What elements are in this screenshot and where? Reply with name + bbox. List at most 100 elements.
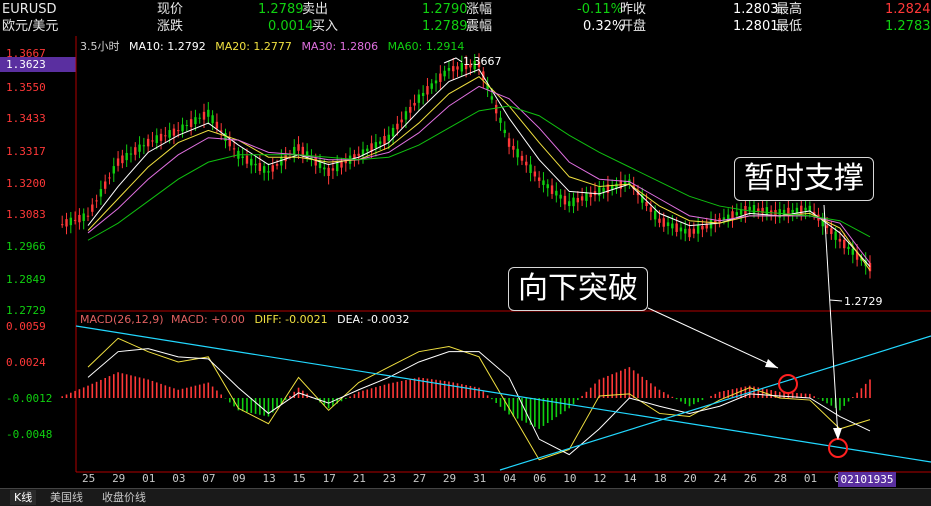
candle-body bbox=[293, 146, 296, 155]
candle-body bbox=[804, 207, 807, 211]
chart-type-tabs: K线 美国线 收盘价线 bbox=[0, 488, 931, 506]
candle-body bbox=[696, 225, 700, 234]
candle-body bbox=[146, 138, 150, 147]
date-tick: 25 bbox=[82, 472, 96, 485]
candle-body bbox=[396, 123, 399, 130]
candle-body bbox=[679, 227, 683, 232]
candle-body bbox=[103, 181, 107, 189]
candle-body bbox=[585, 192, 588, 201]
candle-body bbox=[494, 104, 498, 114]
candle-body bbox=[164, 135, 167, 137]
candle-body bbox=[262, 166, 266, 173]
date-tick: 29 bbox=[442, 472, 457, 485]
candle-body bbox=[151, 140, 154, 142]
candle-body bbox=[843, 239, 846, 249]
candle-body bbox=[314, 157, 317, 166]
breakdown-callout: 向下突破 bbox=[508, 267, 648, 311]
candle-body bbox=[207, 109, 210, 117]
date-tick: 03 bbox=[172, 472, 186, 485]
low-label: 1.2729 bbox=[844, 295, 883, 308]
candle-body bbox=[357, 153, 360, 156]
date-tick: 01 bbox=[142, 472, 156, 485]
candle-body bbox=[112, 166, 115, 174]
candle-body bbox=[520, 155, 524, 161]
candle-body bbox=[323, 167, 326, 170]
candle-body bbox=[267, 171, 270, 173]
candle-body bbox=[537, 177, 541, 181]
candle-body bbox=[752, 205, 756, 214]
period-label: 3.5小时 bbox=[80, 40, 120, 53]
date-tick: 14 bbox=[623, 472, 637, 485]
candle-body bbox=[275, 164, 279, 166]
candle-body bbox=[284, 154, 287, 162]
date-tick: 21 bbox=[352, 472, 366, 485]
macd-title: MACD(26,12,9) bbox=[80, 313, 164, 326]
tab-us-line[interactable]: 美国线 bbox=[46, 490, 87, 505]
candle-body bbox=[439, 73, 442, 82]
candle-body bbox=[529, 164, 532, 174]
date-tick: 24 bbox=[713, 472, 727, 485]
candle-body bbox=[331, 168, 335, 171]
candle-body bbox=[507, 138, 511, 147]
candle-body bbox=[108, 177, 111, 179]
candle-body bbox=[336, 162, 339, 172]
ma10-legend: MA10: 1.2792 bbox=[129, 40, 206, 53]
date-tick: 26 bbox=[743, 472, 757, 485]
support-arrowhead bbox=[833, 428, 842, 440]
candle-body bbox=[280, 157, 283, 166]
candle-body bbox=[598, 187, 601, 196]
date-tick: 07 bbox=[202, 472, 216, 485]
candle-body bbox=[185, 125, 189, 127]
candle-body bbox=[413, 102, 416, 106]
candle-body bbox=[134, 147, 137, 155]
date-tick: 23 bbox=[382, 472, 397, 485]
date-tick: 17 bbox=[322, 472, 336, 485]
candle-body bbox=[95, 200, 98, 202]
candle-body bbox=[447, 67, 451, 71]
candle-body bbox=[516, 148, 519, 158]
candle-body bbox=[834, 231, 837, 240]
candle-body bbox=[576, 197, 580, 203]
candle-body bbox=[69, 217, 73, 226]
tab-close-line[interactable]: 收盘价线 bbox=[98, 490, 150, 505]
tab-kline[interactable]: K线 bbox=[10, 490, 37, 505]
candle-body bbox=[224, 133, 227, 141]
main-legend: 3.5小时 MA10: 1.2792 MA20: 1.2777 MA30: 1.… bbox=[80, 38, 464, 54]
date-tick: 15 bbox=[292, 472, 306, 485]
candle-body bbox=[550, 185, 554, 194]
candle-body bbox=[400, 119, 403, 123]
price-chart[interactable] bbox=[0, 0, 931, 505]
low-marker bbox=[829, 299, 843, 302]
date-tick: 20 bbox=[683, 472, 697, 485]
candle-body bbox=[602, 187, 605, 193]
candle-body bbox=[443, 70, 446, 77]
date-tick: 28 bbox=[773, 472, 788, 485]
candle-body bbox=[572, 197, 575, 207]
dea-line bbox=[87, 348, 871, 456]
candle-body bbox=[684, 228, 687, 234]
date-tick: 01 bbox=[803, 472, 818, 485]
candle-body bbox=[434, 80, 438, 84]
candle-body bbox=[542, 180, 545, 185]
candle-body bbox=[533, 171, 537, 177]
current-date-marker: 02101935 bbox=[838, 472, 896, 487]
breakdown-pointer bbox=[647, 307, 779, 369]
candle-body bbox=[701, 225, 704, 230]
candle-body bbox=[258, 163, 262, 172]
candle-body bbox=[241, 156, 244, 159]
candle-body bbox=[671, 223, 674, 229]
candle-body bbox=[198, 117, 201, 119]
candle-body bbox=[525, 161, 528, 166]
support-callout: 暂时支撑 bbox=[734, 157, 874, 201]
candle-body bbox=[383, 136, 386, 145]
candle-body bbox=[250, 158, 253, 166]
candle-body bbox=[851, 248, 855, 255]
candle-body bbox=[202, 111, 206, 120]
candle-body bbox=[658, 218, 661, 223]
dea-value: DEA: -0.0032 bbox=[337, 313, 410, 326]
candle-body bbox=[82, 213, 85, 221]
macd-legend: MACD(26,12,9) MACD: +0.00 DIFF: -0.0021 … bbox=[80, 313, 410, 326]
candle-body bbox=[688, 228, 691, 238]
ma60-legend: MA60: 1.2914 bbox=[387, 40, 465, 53]
breakdown-circle bbox=[778, 374, 798, 394]
